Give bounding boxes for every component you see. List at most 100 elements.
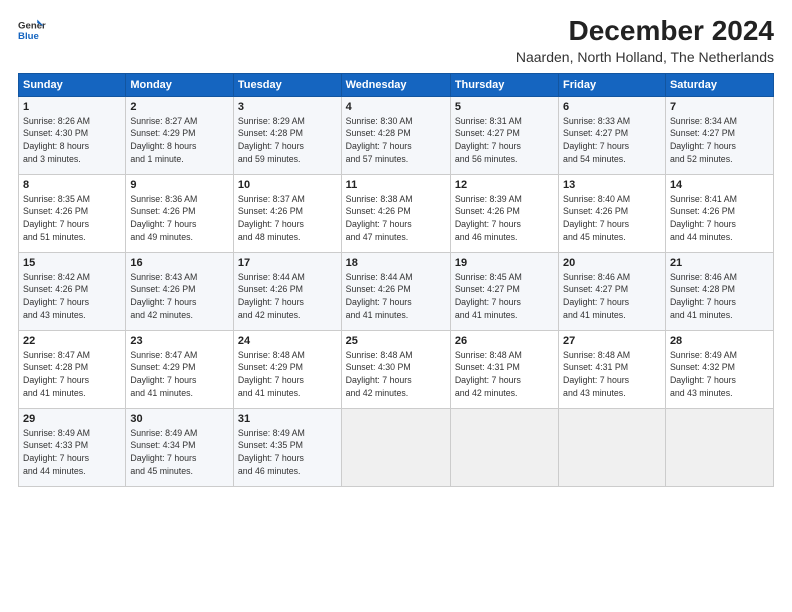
day-number: 1 (23, 100, 121, 115)
table-row: 9Sunrise: 8:36 AM Sunset: 4:26 PM Daylig… (126, 174, 234, 252)
table-row: 21Sunrise: 8:46 AM Sunset: 4:28 PM Dayli… (665, 252, 773, 330)
table-row: 14Sunrise: 8:41 AM Sunset: 4:26 PM Dayli… (665, 174, 773, 252)
day-number: 26 (455, 334, 554, 349)
day-info: Sunrise: 8:38 AM Sunset: 4:26 PM Dayligh… (346, 194, 413, 242)
day-number: 14 (670, 178, 769, 193)
table-row: 28Sunrise: 8:49 AM Sunset: 4:32 PM Dayli… (665, 330, 773, 408)
day-number: 29 (23, 412, 121, 427)
day-info: Sunrise: 8:49 AM Sunset: 4:34 PM Dayligh… (130, 428, 197, 476)
day-info: Sunrise: 8:34 AM Sunset: 4:27 PM Dayligh… (670, 116, 737, 164)
day-number: 2 (130, 100, 229, 115)
day-number: 7 (670, 100, 769, 115)
day-info: Sunrise: 8:49 AM Sunset: 4:33 PM Dayligh… (23, 428, 90, 476)
col-tuesday: Tuesday (233, 73, 341, 96)
day-number: 18 (346, 256, 446, 271)
table-row: 5Sunrise: 8:31 AM Sunset: 4:27 PM Daylig… (450, 96, 558, 174)
day-number: 12 (455, 178, 554, 193)
day-info: Sunrise: 8:47 AM Sunset: 4:28 PM Dayligh… (23, 350, 90, 398)
table-row: 16Sunrise: 8:43 AM Sunset: 4:26 PM Dayli… (126, 252, 234, 330)
table-row: 26Sunrise: 8:48 AM Sunset: 4:31 PM Dayli… (450, 330, 558, 408)
table-row: 27Sunrise: 8:48 AM Sunset: 4:31 PM Dayli… (559, 330, 666, 408)
day-number: 17 (238, 256, 337, 271)
day-number: 25 (346, 334, 446, 349)
day-number: 11 (346, 178, 446, 193)
day-info: Sunrise: 8:48 AM Sunset: 4:31 PM Dayligh… (563, 350, 630, 398)
day-info: Sunrise: 8:46 AM Sunset: 4:28 PM Dayligh… (670, 272, 737, 320)
table-row: 30Sunrise: 8:49 AM Sunset: 4:34 PM Dayli… (126, 408, 234, 486)
table-row: 15Sunrise: 8:42 AM Sunset: 4:26 PM Dayli… (19, 252, 126, 330)
day-info: Sunrise: 8:44 AM Sunset: 4:26 PM Dayligh… (346, 272, 413, 320)
col-wednesday: Wednesday (341, 73, 450, 96)
table-row: 3Sunrise: 8:29 AM Sunset: 4:28 PM Daylig… (233, 96, 341, 174)
day-number: 21 (670, 256, 769, 271)
calendar-week-row: 29Sunrise: 8:49 AM Sunset: 4:33 PM Dayli… (19, 408, 774, 486)
day-number: 31 (238, 412, 337, 427)
day-info: Sunrise: 8:46 AM Sunset: 4:27 PM Dayligh… (563, 272, 630, 320)
table-row: 31Sunrise: 8:49 AM Sunset: 4:35 PM Dayli… (233, 408, 341, 486)
calendar-week-row: 1Sunrise: 8:26 AM Sunset: 4:30 PM Daylig… (19, 96, 774, 174)
day-number: 13 (563, 178, 661, 193)
table-row: 6Sunrise: 8:33 AM Sunset: 4:27 PM Daylig… (559, 96, 666, 174)
table-row: 8Sunrise: 8:35 AM Sunset: 4:26 PM Daylig… (19, 174, 126, 252)
table-row: 25Sunrise: 8:48 AM Sunset: 4:30 PM Dayli… (341, 330, 450, 408)
col-monday: Monday (126, 73, 234, 96)
table-row: 22Sunrise: 8:47 AM Sunset: 4:28 PM Dayli… (19, 330, 126, 408)
svg-text:General: General (18, 20, 46, 31)
table-row: 1Sunrise: 8:26 AM Sunset: 4:30 PM Daylig… (19, 96, 126, 174)
day-info: Sunrise: 8:49 AM Sunset: 4:35 PM Dayligh… (238, 428, 305, 476)
day-number: 28 (670, 334, 769, 349)
table-row: 29Sunrise: 8:49 AM Sunset: 4:33 PM Dayli… (19, 408, 126, 486)
table-row (450, 408, 558, 486)
table-row: 20Sunrise: 8:46 AM Sunset: 4:27 PM Dayli… (559, 252, 666, 330)
day-number: 30 (130, 412, 229, 427)
day-info: Sunrise: 8:42 AM Sunset: 4:26 PM Dayligh… (23, 272, 90, 320)
day-number: 5 (455, 100, 554, 115)
day-info: Sunrise: 8:33 AM Sunset: 4:27 PM Dayligh… (563, 116, 630, 164)
table-row: 11Sunrise: 8:38 AM Sunset: 4:26 PM Dayli… (341, 174, 450, 252)
day-info: Sunrise: 8:27 AM Sunset: 4:29 PM Dayligh… (130, 116, 197, 164)
day-info: Sunrise: 8:31 AM Sunset: 4:27 PM Dayligh… (455, 116, 522, 164)
day-number: 27 (563, 334, 661, 349)
calendar-week-row: 8Sunrise: 8:35 AM Sunset: 4:26 PM Daylig… (19, 174, 774, 252)
table-row: 10Sunrise: 8:37 AM Sunset: 4:26 PM Dayli… (233, 174, 341, 252)
table-row: 19Sunrise: 8:45 AM Sunset: 4:27 PM Dayli… (450, 252, 558, 330)
day-info: Sunrise: 8:26 AM Sunset: 4:30 PM Dayligh… (23, 116, 90, 164)
day-info: Sunrise: 8:41 AM Sunset: 4:26 PM Dayligh… (670, 194, 737, 242)
day-info: Sunrise: 8:39 AM Sunset: 4:26 PM Dayligh… (455, 194, 522, 242)
day-number: 9 (130, 178, 229, 193)
day-info: Sunrise: 8:48 AM Sunset: 4:29 PM Dayligh… (238, 350, 305, 398)
day-info: Sunrise: 8:29 AM Sunset: 4:28 PM Dayligh… (238, 116, 305, 164)
page: General Blue December 2024 Naarden, Nort… (0, 0, 792, 612)
day-number: 4 (346, 100, 446, 115)
svg-text:Blue: Blue (18, 31, 39, 42)
day-info: Sunrise: 8:43 AM Sunset: 4:26 PM Dayligh… (130, 272, 197, 320)
day-info: Sunrise: 8:49 AM Sunset: 4:32 PM Dayligh… (670, 350, 737, 398)
day-info: Sunrise: 8:47 AM Sunset: 4:29 PM Dayligh… (130, 350, 197, 398)
main-title: December 2024 (516, 16, 774, 47)
table-row: 12Sunrise: 8:39 AM Sunset: 4:26 PM Dayli… (450, 174, 558, 252)
table-row: 4Sunrise: 8:30 AM Sunset: 4:28 PM Daylig… (341, 96, 450, 174)
col-friday: Friday (559, 73, 666, 96)
day-number: 19 (455, 256, 554, 271)
table-row: 23Sunrise: 8:47 AM Sunset: 4:29 PM Dayli… (126, 330, 234, 408)
logo: General Blue (18, 16, 46, 44)
day-number: 22 (23, 334, 121, 349)
table-row (559, 408, 666, 486)
logo-icon: General Blue (18, 16, 46, 44)
day-number: 24 (238, 334, 337, 349)
day-info: Sunrise: 8:48 AM Sunset: 4:30 PM Dayligh… (346, 350, 413, 398)
day-number: 15 (23, 256, 121, 271)
day-number: 8 (23, 178, 121, 193)
table-row (341, 408, 450, 486)
header: General Blue December 2024 Naarden, Nort… (18, 16, 774, 65)
table-row: 13Sunrise: 8:40 AM Sunset: 4:26 PM Dayli… (559, 174, 666, 252)
table-row (665, 408, 773, 486)
day-info: Sunrise: 8:35 AM Sunset: 4:26 PM Dayligh… (23, 194, 90, 242)
table-row: 7Sunrise: 8:34 AM Sunset: 4:27 PM Daylig… (665, 96, 773, 174)
day-info: Sunrise: 8:48 AM Sunset: 4:31 PM Dayligh… (455, 350, 522, 398)
day-info: Sunrise: 8:44 AM Sunset: 4:26 PM Dayligh… (238, 272, 305, 320)
table-row: 17Sunrise: 8:44 AM Sunset: 4:26 PM Dayli… (233, 252, 341, 330)
calendar-week-row: 22Sunrise: 8:47 AM Sunset: 4:28 PM Dayli… (19, 330, 774, 408)
col-thursday: Thursday (450, 73, 558, 96)
col-sunday: Sunday (19, 73, 126, 96)
